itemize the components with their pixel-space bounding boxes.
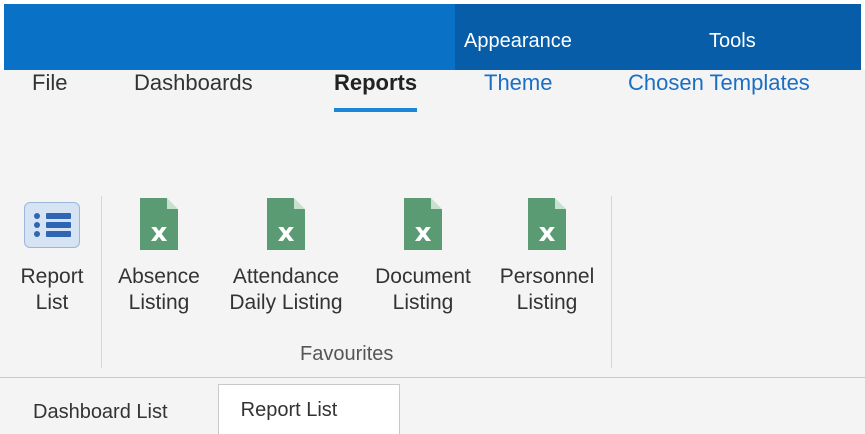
tab-theme-label: Theme bbox=[484, 70, 553, 95]
report-list-tab-label: Report List bbox=[240, 399, 338, 421]
tab-reports[interactable]: Reports bbox=[334, 70, 418, 112]
excel-icon: x bbox=[267, 198, 305, 250]
tab-dashboards-label: Dashboards bbox=[134, 70, 253, 95]
report-list-icon bbox=[24, 202, 80, 248]
selected-tab-indicator bbox=[334, 108, 418, 112]
tab-theme[interactable]: Theme bbox=[484, 70, 552, 96]
top-bar: Appearance Tools bbox=[4, 4, 861, 70]
excel-icon: x bbox=[528, 198, 566, 250]
favourites-group-label: Favourites bbox=[300, 343, 394, 365]
tab-file-label: File bbox=[32, 70, 68, 95]
document-listing-label-line2: Listing bbox=[392, 291, 454, 314]
attendance-daily-listing-label-line2: Daily Listing bbox=[229, 291, 343, 314]
tools-menu[interactable]: Tools bbox=[709, 4, 756, 70]
attendance-daily-listing-button[interactable]: x Attendance Daily Listing bbox=[220, 198, 352, 316]
attendance-daily-listing-label-line1: Attendance bbox=[232, 265, 340, 288]
absence-listing-label-line2: Listing bbox=[128, 291, 190, 314]
dashboard-list-tab-label: Dashboard List bbox=[33, 401, 168, 423]
excel-icon: x bbox=[404, 198, 442, 250]
tab-file[interactable]: File bbox=[32, 70, 67, 96]
excel-icon: x bbox=[140, 198, 178, 250]
document-listing-button[interactable]: x Document Listing bbox=[364, 198, 482, 316]
app-window: Appearance Tools File Dashboards Reports… bbox=[0, 0, 865, 434]
absence-listing-label-line1: Absence bbox=[118, 265, 200, 288]
tab-chosen-templates-label: Chosen Templates bbox=[628, 70, 810, 95]
tab-reports-label: Reports bbox=[334, 70, 418, 95]
absence-listing-button[interactable]: x Absence Listing bbox=[108, 198, 210, 316]
dashboard-list-tab[interactable]: Dashboard List bbox=[33, 395, 168, 433]
ribbon-separator bbox=[611, 196, 612, 368]
appearance-menu[interactable]: Appearance bbox=[464, 4, 572, 70]
report-list-label-line1: Report bbox=[20, 265, 84, 288]
report-list-label-line2: List bbox=[35, 291, 69, 314]
document-listing-label-line1: Document bbox=[375, 265, 471, 288]
personnel-listing-label-line2: Listing bbox=[516, 291, 578, 314]
report-list-tab[interactable]: Report List bbox=[218, 384, 400, 434]
tab-dashboards[interactable]: Dashboards bbox=[134, 70, 253, 96]
ribbon-separator bbox=[101, 196, 102, 368]
tab-chosen-templates[interactable]: Chosen Templates bbox=[628, 70, 810, 96]
personnel-listing-label-line1: Personnel bbox=[499, 265, 595, 288]
personnel-listing-button[interactable]: x Personnel Listing bbox=[492, 198, 602, 316]
report-list-button[interactable]: Report List bbox=[12, 198, 92, 316]
